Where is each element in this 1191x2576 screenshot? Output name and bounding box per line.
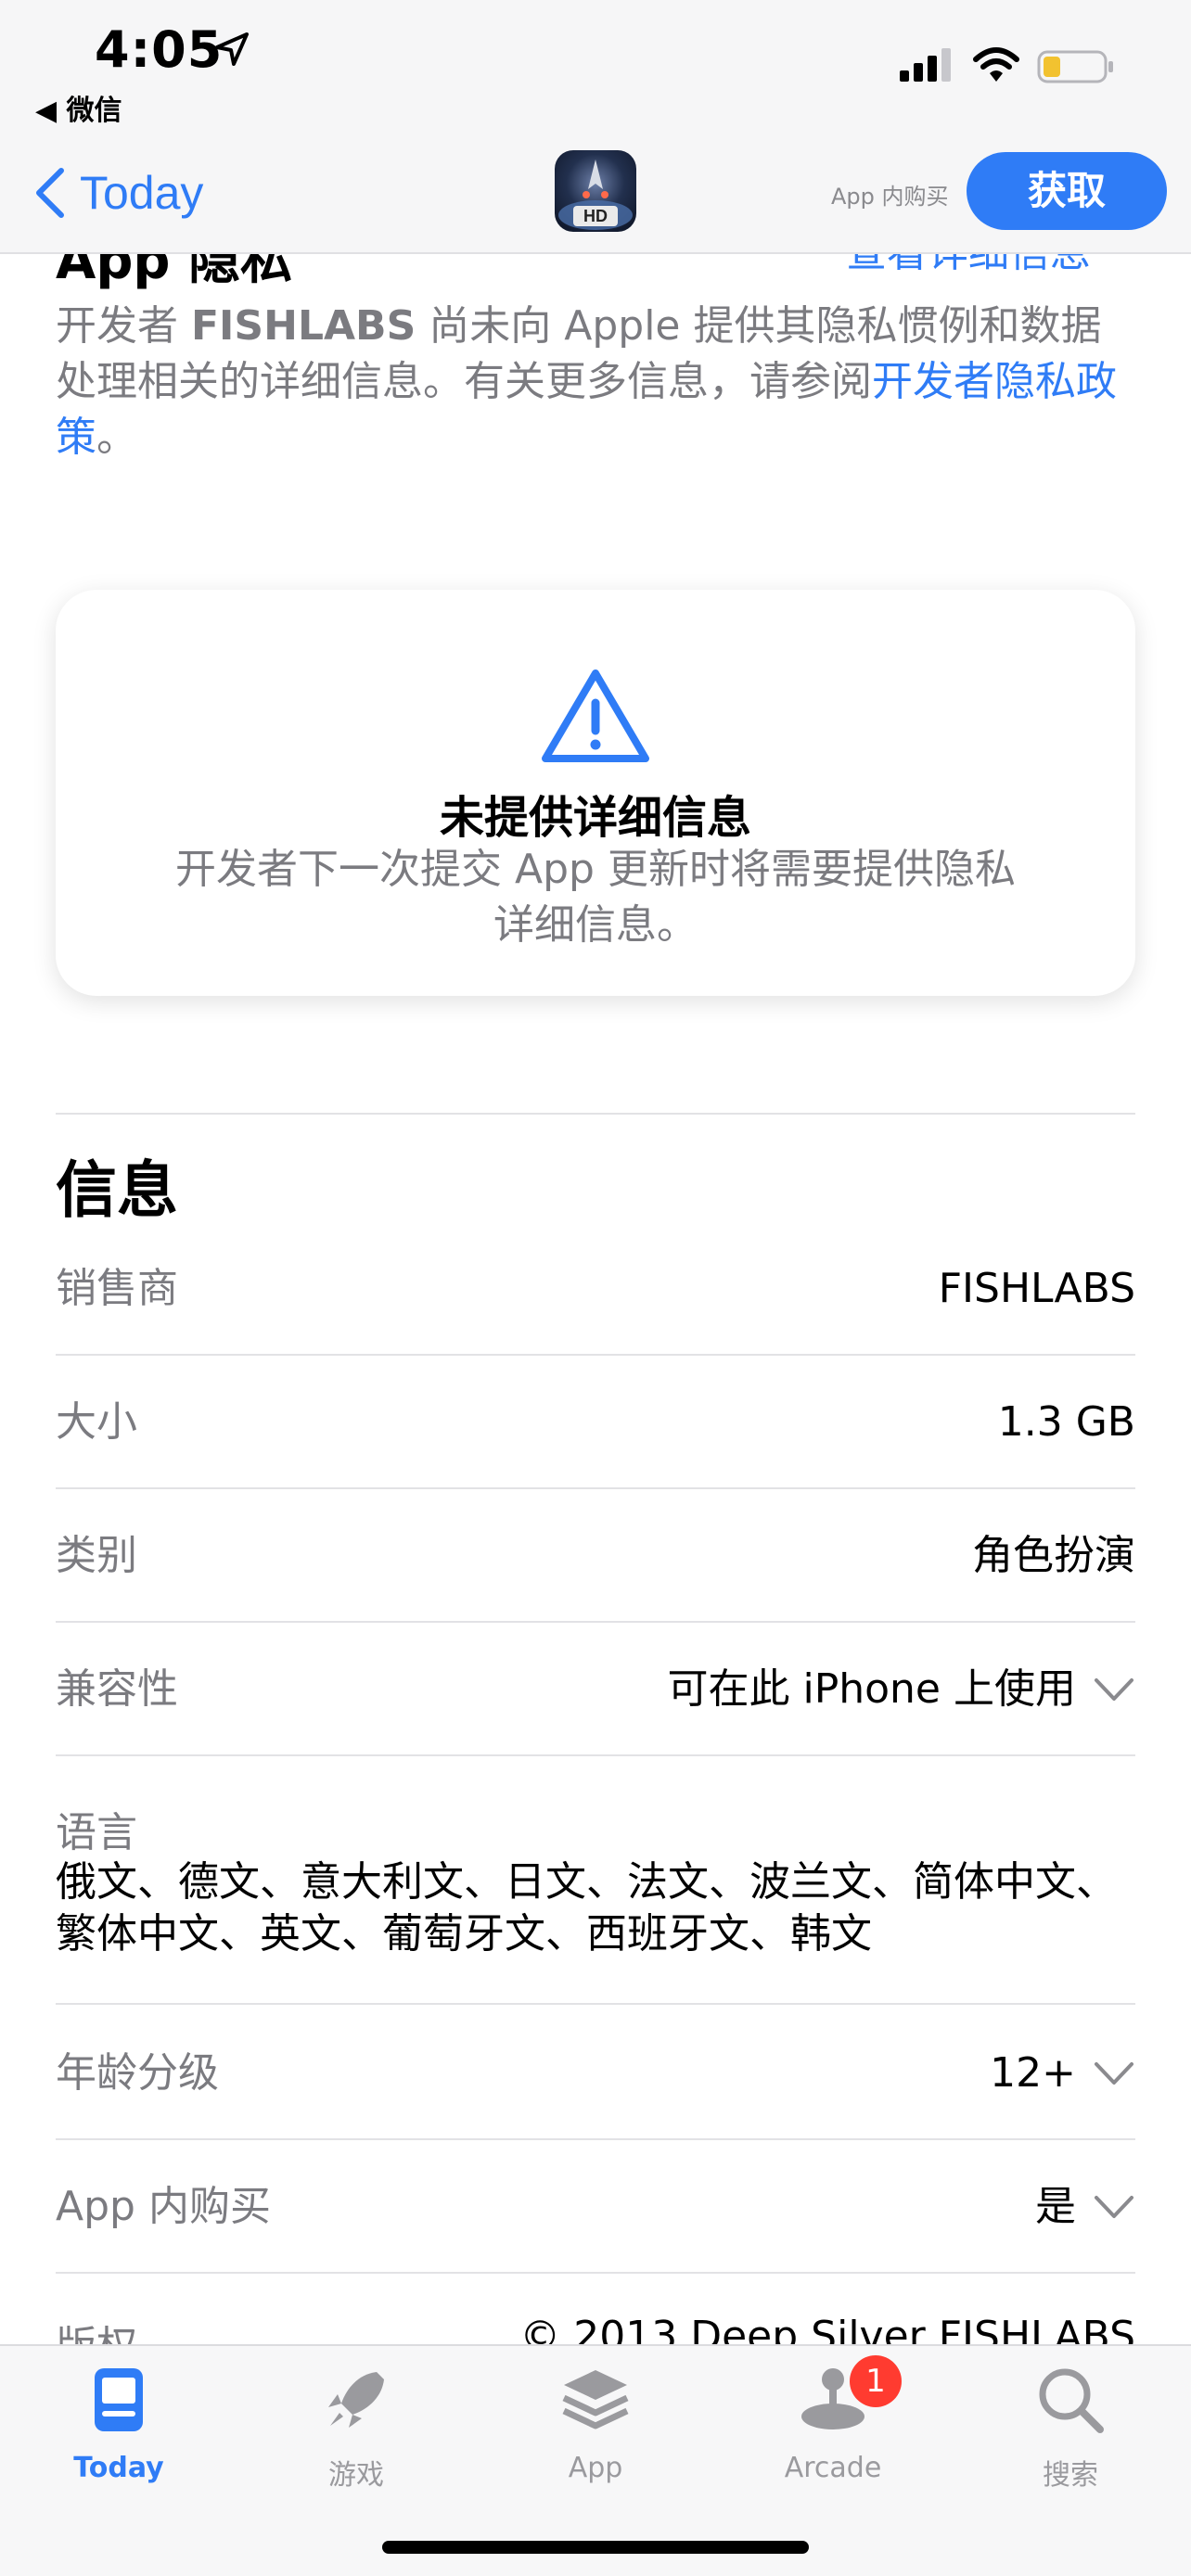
tab-search[interactable]: 搜索 [978,2363,1163,2502]
rocket-icon [328,2372,384,2428]
info-label: 类别 [56,1532,137,1579]
status-time: 4:05 [95,20,224,79]
in-app-purchase-note: App 内购买 [831,184,949,210]
info-row-size: 大小 1.3 GB [56,1356,1135,1489]
search-icon [1039,2368,1104,2433]
tab-label: Today [73,2452,164,2484]
card-title: 未提供详细信息 [439,792,751,844]
info-label: 兼容性 [56,1665,178,1713]
info-value: © 2013 Deep Silver FISHLABS [519,2313,1135,2344]
home-indicator[interactable] [382,2541,809,2554]
info-row-copyright: 版权 © 2013 Deep Silver FISHLABS [56,2272,1135,2344]
info-value: FISHLABS [938,1265,1135,1312]
info-value: 是 [1035,2183,1076,2230]
info-label: App 内购买 [56,2183,271,2230]
languages-value: 俄文、德文、意大利文、日文、法文、波兰文、简体中文、繁体中文、英文、葡萄牙文、西… [56,1858,1117,1958]
info-label: 年龄分级 [56,2049,219,2097]
info-value: 角色扮演 [972,1532,1135,1579]
app-store-page: App 隐私 查看详细信息 开发者 FISHLABS 尚未向 Apple 提供其… [0,0,1191,2576]
chevron-down-icon[interactable] [1093,2057,1135,2090]
get-button[interactable]: 获取 [967,152,1167,230]
info-label: 版权 [56,2313,137,2344]
app-icon-hd-label: HD [573,206,618,226]
back-to-app-link[interactable]: ◀ 微信 [35,87,122,128]
privacy-desc-prefix: 开发者 [56,302,191,350]
back-button-label: Today [80,167,204,219]
back-button[interactable]: Today [33,165,203,221]
cellular-signal-icon [900,48,951,82]
app-stack-icon [562,2370,629,2429]
wifi-icon [973,47,1019,82]
battery-icon [1037,50,1113,83]
privacy-desc-end: 。 [96,414,137,461]
tab-games[interactable]: 游戏 [263,2363,449,2502]
info-row-seller: 销售商 FISHLABS [56,1222,1135,1356]
section-divider [56,1113,1135,1115]
app-icon: HD [555,150,636,232]
tab-label: App [568,2452,623,2484]
info-row-compatibility[interactable]: 兼容性 可在此 iPhone 上使用 [56,1623,1135,1756]
tab-label: Arcade [784,2452,882,2484]
location-arrow-icon [215,32,249,66]
info-section-title: 信息 [56,1154,178,1226]
chevron-down-icon[interactable] [1093,1673,1135,1706]
tab-today[interactable]: Today [26,2363,211,2502]
tab-apps[interactable]: App [503,2363,688,2502]
info-value: 可在此 iPhone 上使用 [667,1665,1077,1713]
tab-label: 游戏 [328,2459,384,2492]
privacy-description: 开发者 FISHLABS 尚未向 Apple 提供其隐私惯例和数据处理相关的详细… [56,299,1135,465]
chevron-down-icon[interactable] [1093,2190,1135,2224]
tab-arcade[interactable]: 1 Arcade [740,2355,926,2502]
info-value: 12+ [990,2049,1076,2097]
tab-label: 搜索 [1043,2459,1098,2492]
chevron-left-icon [36,168,64,218]
scroll-content[interactable]: App 隐私 查看详细信息 开发者 FISHLABS 尚未向 Apple 提供其… [0,0,1191,2344]
info-row-age-rating[interactable]: 年龄分级 12+ [56,2007,1135,2140]
tab-bar: Today 游戏 App 1 Arcade 搜索 [0,2344,1191,2576]
info-row-category: 类别 角色扮演 [56,1489,1135,1623]
nav-bar: Today HD App 内购买 获取 [0,139,1191,254]
info-label: 语言 [56,1809,137,1856]
info-row-in-app-purchases[interactable]: App 内购买 是 [56,2140,1135,2274]
today-icon [95,2368,143,2431]
status-bar: 4:05 ◀ 微信 [0,0,1191,139]
info-label: 销售商 [56,1265,178,1312]
warning-icon [542,670,649,762]
developer-name: FISHLABS [191,302,416,350]
info-label: 大小 [56,1398,137,1446]
info-value: 1.3 GB [997,1398,1135,1446]
card-body: 开发者下一次提交 App 更新时将需要提供隐私详细信息。 [175,846,1016,949]
notification-badge: 1 [850,2355,902,2407]
no-details-card: 未提供详细信息 开发者下一次提交 App 更新时将需要提供隐私详细信息。 [56,590,1135,996]
info-row-languages: 语言 俄文、德文、意大利文、日文、法文、波兰文、简体中文、繁体中文、英文、葡萄牙… [56,1754,1135,2005]
